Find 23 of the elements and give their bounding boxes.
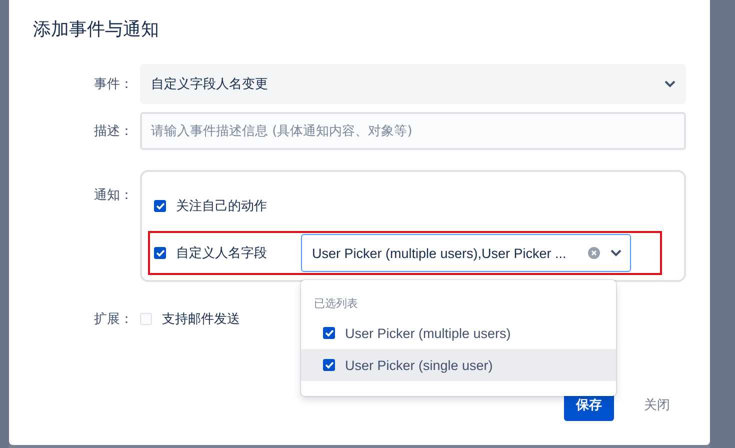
dropdown-item[interactable]: User Picker (multiple users) — [301, 317, 616, 349]
chevron-down-icon[interactable] — [610, 249, 622, 257]
chevron-down-icon[interactable] — [664, 80, 676, 88]
clear-icon[interactable] — [588, 247, 600, 259]
option-label: 自定义人名字段 — [176, 245, 267, 262]
user-picker-select[interactable]: User Picker (multiple users),User Picker ... — [301, 234, 631, 272]
checkbox[interactable] — [154, 200, 166, 212]
checkbox[interactable] — [323, 359, 335, 371]
dropdown-item[interactable]: User Picker (single user) — [301, 349, 616, 381]
close-button[interactable]: 关闭 — [632, 389, 682, 421]
field-label: 描述： — [93, 123, 133, 140]
field-label: 通知： — [93, 187, 133, 204]
option-label: 关注自己的动作 — [176, 198, 267, 215]
description-input[interactable]: 请输入事件描述信息 (具体通知内容、对象等) — [140, 112, 686, 150]
option-label: 支持邮件发送 — [162, 311, 240, 328]
event-select[interactable]: 自定义字段人名变更 — [140, 64, 686, 104]
dropdown-heading: 已选列表 — [313, 296, 359, 311]
checkbox[interactable] — [323, 327, 335, 339]
dialog-title: 添加事件与通知 — [33, 18, 160, 42]
checkbox[interactable] — [154, 247, 166, 259]
checkbox[interactable] — [140, 313, 152, 325]
field-label: 扩展： — [93, 311, 133, 328]
field-label: 事件： — [93, 76, 133, 93]
